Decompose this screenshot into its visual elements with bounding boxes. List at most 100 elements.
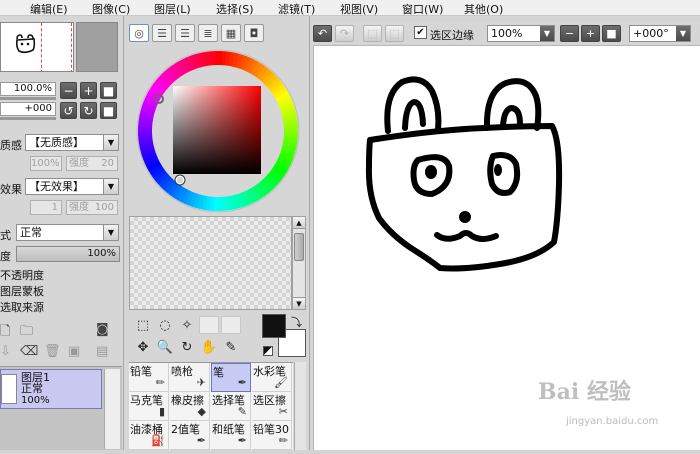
selection-edge-checkbox[interactable]: ✔: [414, 26, 427, 39]
brush-slot[interactable]: 马克笔 ▮: [129, 392, 169, 421]
texture-dropdown[interactable]: 【无质感】 ▼: [25, 134, 119, 151]
zoom-icon[interactable]: 🔍: [155, 338, 175, 356]
menu-other[interactable]: 其他(O): [464, 1, 503, 17]
menu-edit[interactable]: 编辑(E): [30, 1, 68, 17]
navigator-viewport: [76, 22, 118, 72]
swatch-scrollbar[interactable]: ▲ ▼: [292, 216, 306, 310]
watermark-text: Bai 经验: [538, 379, 631, 405]
nav-zoom-slider[interactable]: [0, 97, 56, 100]
eyedropper-icon[interactable]: ✎: [221, 338, 241, 356]
redo-button[interactable]: ↷: [335, 25, 354, 42]
undo-button[interactable]: ↶: [313, 25, 332, 42]
effect-strength-box[interactable]: 强度 100: [66, 200, 118, 215]
new-folder-icon[interactable]: 🗀: [20, 322, 33, 344]
rgb-slider-tab-icon[interactable]: ☰: [152, 24, 172, 42]
zoom-in-button[interactable]: +: [80, 82, 97, 99]
color-wheel-tab-icon[interactable]: ◎: [129, 24, 149, 42]
brush-slot[interactable]: 铅笔 ✏: [129, 363, 169, 392]
brush-slot[interactable]: 橡皮擦 ◆: [170, 392, 210, 421]
hsv-slider-tab-icon[interactable]: ☰: [175, 24, 195, 42]
chevron-up-icon[interactable]: ▲: [293, 217, 305, 229]
brush-slot[interactable]: 水彩笔 🖌: [252, 363, 292, 392]
menu-window[interactable]: 窗口(W): [402, 1, 443, 17]
nav-zoom-value[interactable]: 100.0%: [0, 82, 56, 96]
brush-slot[interactable]: 2值笔 ✒: [170, 421, 210, 450]
merge-visible-icon[interactable]: ▤: [96, 344, 108, 359]
texture-scale-value[interactable]: 100%: [30, 156, 62, 171]
deselect-button[interactable]: ⬚: [363, 25, 382, 42]
rotate-right-button[interactable]: ↻: [80, 102, 97, 119]
pencil-icon: ✏: [155, 376, 165, 389]
swatch-tab-icon[interactable]: ▦: [221, 24, 241, 42]
layer-mask-icon[interactable]: ◙: [96, 322, 109, 337]
color-wheel[interactable]: [135, 48, 301, 214]
brush-slot[interactable]: 选择笔 ✎: [211, 392, 251, 421]
menu-filter[interactable]: 滤镜(T): [278, 1, 315, 17]
canvas-zoom-out-button[interactable]: −: [560, 25, 579, 42]
rotate-reset-button[interactable]: ■: [100, 102, 117, 119]
menu-image[interactable]: 图像(C): [92, 1, 130, 17]
scratchpad-tab-icon[interactable]: ◘: [244, 24, 264, 42]
layer-scrollbar[interactable]: [104, 369, 120, 449]
rotation-dropdown[interactable]: +000° ▼: [629, 25, 691, 42]
mixer-tab-icon[interactable]: ≣: [198, 24, 218, 42]
move-icon[interactable]: ✥: [133, 338, 153, 356]
effect-width-value[interactable]: 1: [30, 200, 62, 215]
swatch-area[interactable]: [129, 216, 292, 310]
layer-list: 图层1 正常 100%: [0, 366, 122, 450]
invert-selection-button[interactable]: ⬚: [385, 25, 404, 42]
nav-angle-value[interactable]: +000: [0, 102, 56, 116]
menu-view[interactable]: 视图(V): [340, 1, 378, 17]
canvas-zoom-in-button[interactable]: +: [581, 25, 600, 42]
swap-colors-icon[interactable]: ⤵: [291, 314, 302, 330]
brush-slot[interactable]: 选区擦 ✂: [252, 392, 292, 421]
transfer-down-icon[interactable]: ⇩: [0, 344, 11, 359]
nav-angle-slider[interactable]: [0, 117, 56, 120]
brush-slot[interactable]: 笔 ✒: [211, 363, 251, 392]
protect-opacity-checkbox[interactable]: 不透明度: [0, 267, 44, 283]
menu-layer[interactable]: 图层(L): [154, 1, 191, 17]
watercolor-icon: 🖌: [274, 376, 288, 389]
selection-source-checkbox[interactable]: 选取来源: [0, 299, 44, 315]
layer-thumbnail: [1, 374, 17, 404]
zoom-out-button[interactable]: −: [60, 82, 77, 99]
merge-down-icon[interactable]: ▣: [68, 344, 80, 359]
rotate-left-button[interactable]: ↺: [60, 102, 77, 119]
zoom-dropdown[interactable]: 100% ▼: [487, 25, 555, 42]
hand-icon[interactable]: ✋: [199, 338, 219, 356]
texture-strength-box[interactable]: 强度 20: [66, 156, 118, 171]
drawing-canvas[interactable]: [313, 45, 700, 450]
eraser-icon: ◆: [197, 405, 206, 418]
magic-wand-icon[interactable]: ✧: [177, 316, 197, 334]
clear-layer-icon[interactable]: ⌫: [20, 344, 38, 359]
menu-select[interactable]: 选择(S): [216, 1, 254, 17]
foreground-color[interactable]: [262, 314, 286, 338]
reset-colors-icon[interactable]: [263, 346, 273, 356]
opacity-slider[interactable]: 100%: [16, 246, 120, 262]
brush-slot[interactable]: 喷枪 ✈: [170, 363, 210, 392]
brush-slot[interactable]: 油漆桶 ⛽: [129, 421, 169, 450]
rect-select-icon[interactable]: ⬚: [133, 316, 153, 334]
clipping-mask-checkbox[interactable]: 图层蒙板: [0, 283, 44, 299]
brush-scrollbar[interactable]: [294, 362, 306, 450]
brush-name: 笔: [213, 366, 224, 379]
navigator-thumbnail[interactable]: [0, 22, 74, 72]
brush-slot[interactable]: 和纸笔 ✒: [211, 421, 251, 450]
lasso-icon[interactable]: ◌: [155, 316, 175, 334]
rotate-icon[interactable]: ↻: [177, 338, 197, 356]
delete-layer-icon[interactable]: 🗑: [44, 344, 61, 359]
select-eraser-icon: ✂: [278, 405, 288, 418]
brush-slot[interactable]: 铅笔30 ✏: [252, 421, 292, 450]
brush-name: 铅笔: [130, 365, 152, 378]
canvas-zoom-reset-button[interactable]: ■: [602, 25, 621, 42]
effect-dropdown[interactable]: 【无效果】 ▼: [25, 178, 119, 195]
zoom-reset-button[interactable]: ■: [100, 82, 117, 99]
blend-mode-label: 式: [0, 229, 11, 242]
layer-item[interactable]: 图层1 正常 100%: [0, 369, 102, 409]
scroll-thumb[interactable]: [294, 233, 304, 261]
new-layer-icon[interactable]: 🗋: [0, 322, 10, 344]
zoom-value: 100%: [491, 27, 523, 40]
blend-mode-dropdown[interactable]: 正常 ▼: [16, 224, 119, 241]
chevron-down-icon[interactable]: ▼: [293, 297, 305, 309]
rotation-value: +000°: [633, 27, 669, 40]
